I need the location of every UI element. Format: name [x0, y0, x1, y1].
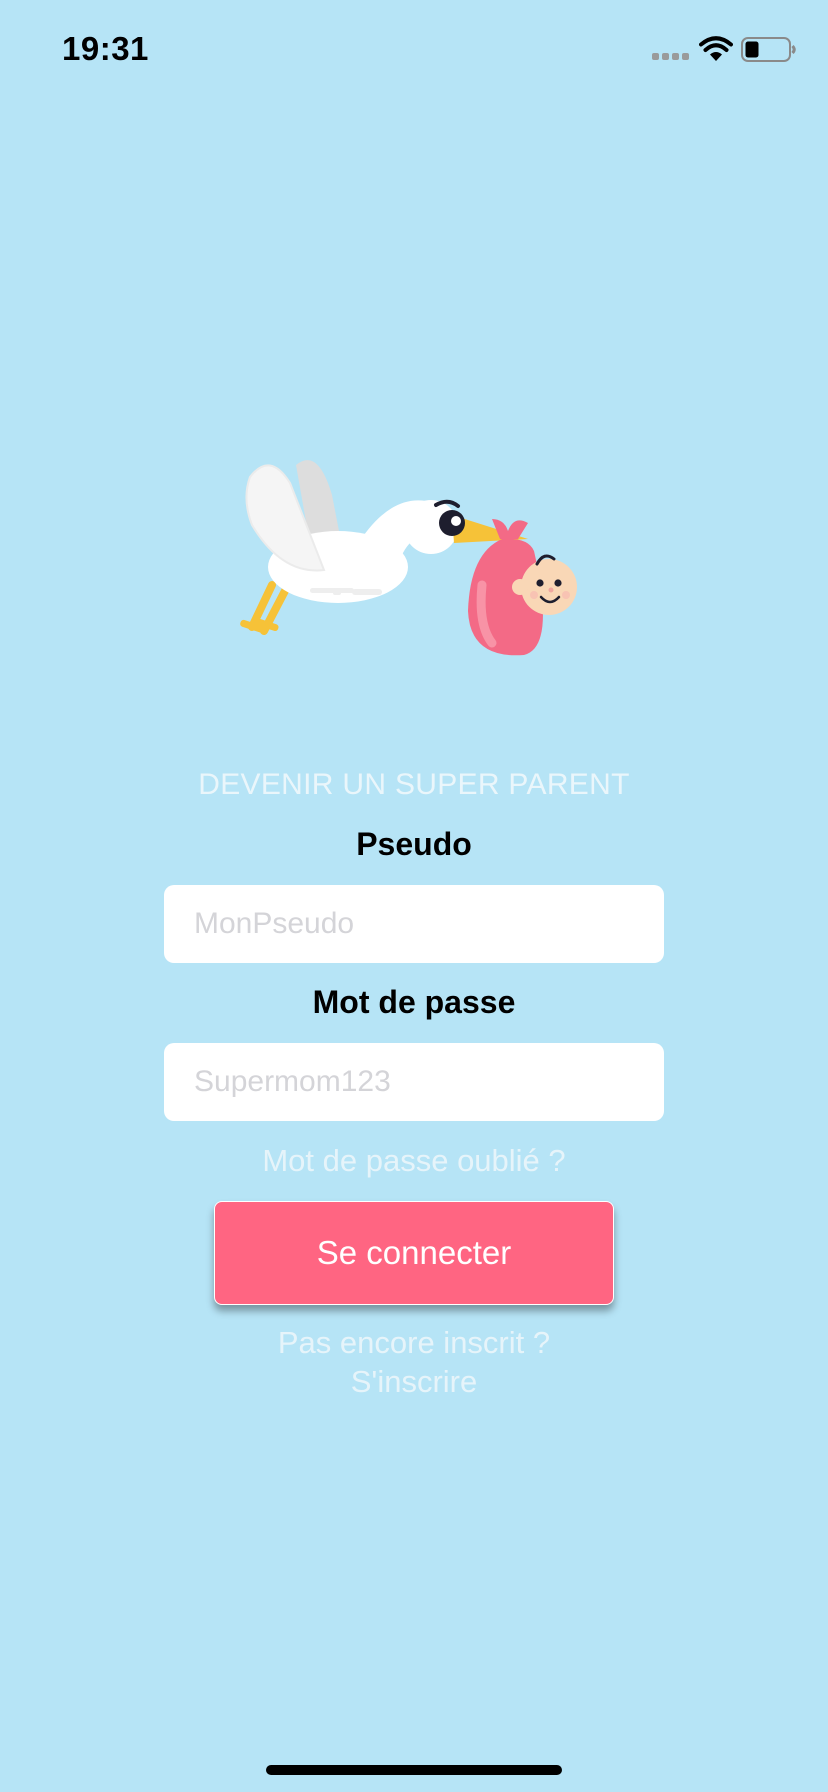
password-input[interactable] [164, 1043, 664, 1121]
app-tagline: DEVENIR UN SUPER PARENT [198, 768, 630, 801]
status-bar: 19:31 [0, 0, 828, 100]
battery-icon [741, 37, 796, 62]
cellular-signal-icon [652, 53, 690, 61]
signup-link[interactable]: S'inscrire [0, 1364, 828, 1400]
home-indicator[interactable] [266, 1765, 562, 1775]
wifi-icon [699, 36, 733, 61]
login-button[interactable]: Se connecter [214, 1201, 614, 1305]
status-time: 19:31 [62, 30, 149, 67]
password-label: Mot de passe [312, 984, 516, 1020]
pseudo-input[interactable] [164, 885, 664, 963]
stork-carrying-baby-illustration [240, 460, 577, 656]
pseudo-label: Pseudo [356, 826, 472, 862]
forgot-password-link[interactable]: Mot de passe oublié ? [0, 1143, 828, 1179]
not-registered-text: Pas encore inscrit ? [277, 1325, 551, 1360]
